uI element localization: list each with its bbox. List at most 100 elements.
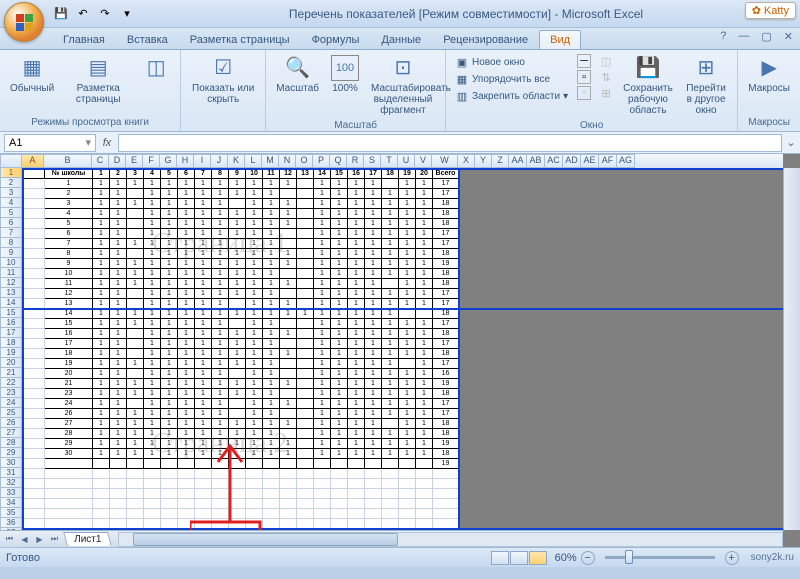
sync-scroll-icon[interactable]: ⇅ <box>599 70 613 84</box>
zoom-level[interactable]: 60% <box>555 552 577 564</box>
column-header[interactable]: AG <box>617 154 635 168</box>
page-break-dropdown[interactable]: ◫ <box>138 52 174 84</box>
tab-nav-first-icon[interactable]: ⏮ <box>2 532 17 547</box>
namebox-dropdown-icon[interactable]: ▾ <box>85 136 91 149</box>
tab-разметка-страницы[interactable]: Разметка страницы <box>179 30 301 49</box>
row-header[interactable]: 6 <box>0 218 22 228</box>
column-header[interactable]: F <box>143 154 160 168</box>
view-layout-icon[interactable] <box>510 551 528 565</box>
row-header[interactable]: 34 <box>0 498 22 508</box>
column-header[interactable]: T <box>381 154 398 168</box>
name-box[interactable]: A1▾ <box>4 134 96 152</box>
column-header[interactable]: Y <box>475 154 492 168</box>
row-header[interactable]: 24 <box>0 398 22 408</box>
row-header[interactable]: 20 <box>0 358 22 368</box>
katty-badge[interactable]: ✿ Katty <box>745 2 796 19</box>
zoom-out-icon[interactable]: − <box>581 551 595 565</box>
column-header[interactable]: H <box>177 154 194 168</box>
tab-данные[interactable]: Данные <box>370 30 432 49</box>
row-header[interactable]: 22 <box>0 378 22 388</box>
row-header[interactable]: 36 <box>0 518 22 528</box>
column-header[interactable]: P <box>313 154 330 168</box>
row-header[interactable]: 32 <box>0 478 22 488</box>
qat-customize-icon[interactable]: ▾ <box>118 5 136 23</box>
save-workspace-button[interactable]: 💾Сохранить рабочую область <box>619 52 677 119</box>
tab-nav-prev-icon[interactable]: ◀ <box>17 532 32 547</box>
row-header[interactable]: 30 <box>0 458 22 468</box>
reset-pos-icon[interactable]: ⊞ <box>599 86 613 100</box>
column-header[interactable]: O <box>296 154 313 168</box>
row-header[interactable]: 13 <box>0 288 22 298</box>
hide-icon[interactable]: ▫ <box>577 70 591 84</box>
row-header[interactable]: 10 <box>0 258 22 268</box>
row-header[interactable]: 19 <box>0 348 22 358</box>
row-header[interactable]: 28 <box>0 438 22 448</box>
freeze-panes-button[interactable]: ▥Закрепить области ▾ <box>452 88 571 104</box>
column-header[interactable]: Q <box>330 154 347 168</box>
split-icon[interactable]: ─ <box>577 54 591 68</box>
row-header[interactable]: 21 <box>0 368 22 378</box>
row-header[interactable]: 29 <box>0 448 22 458</box>
column-header[interactable]: U <box>398 154 415 168</box>
row-header[interactable]: 8 <box>0 238 22 248</box>
view-pagebreak-icon[interactable] <box>529 551 547 565</box>
row-header[interactable]: 7 <box>0 228 22 238</box>
column-header[interactable]: E <box>126 154 143 168</box>
row-header[interactable]: 12 <box>0 278 22 288</box>
macros-button[interactable]: ▶Макросы <box>744 52 794 97</box>
row-header[interactable]: 18 <box>0 338 22 348</box>
row-header[interactable]: 31 <box>0 468 22 478</box>
view-side-icon[interactable]: ◫ <box>599 54 613 68</box>
tab-формулы[interactable]: Формулы <box>301 30 371 49</box>
row-header[interactable]: 11 <box>0 268 22 278</box>
column-header[interactable]: N <box>279 154 296 168</box>
select-all-corner[interactable] <box>0 154 22 168</box>
column-header[interactable]: W <box>432 154 458 168</box>
column-header[interactable]: V <box>415 154 432 168</box>
vertical-scrollbar[interactable] <box>783 168 800 530</box>
column-header[interactable]: I <box>194 154 211 168</box>
column-headers[interactable]: ABCDEFGHIJKLMNOPQRSTUVWXYZAAABACADAEAFAG <box>0 154 783 168</box>
row-header[interactable]: 25 <box>0 408 22 418</box>
tab-nav-last-icon[interactable]: ⏭ <box>47 532 62 547</box>
row-header[interactable]: 2 <box>0 178 22 188</box>
tab-рецензирование[interactable]: Рецензирование <box>432 30 539 49</box>
new-window-button[interactable]: ▣Новое окно <box>452 54 571 70</box>
normal-view-button[interactable]: ▦Обычный <box>6 52 58 97</box>
zoom-100-button[interactable]: 100100% <box>327 52 363 97</box>
column-header[interactable]: AB <box>527 154 545 168</box>
column-header[interactable]: J <box>211 154 228 168</box>
zoom-button[interactable]: 🔍Масштаб <box>272 52 323 97</box>
cell-grid[interactable]: № школы1234567891011121314151617181920Вс… <box>22 168 783 530</box>
page-layout-button[interactable]: ▤Разметка страницы <box>62 52 134 108</box>
office-button[interactable] <box>4 2 44 42</box>
column-header[interactable]: AC <box>545 154 563 168</box>
column-header[interactable]: AD <box>563 154 581 168</box>
column-header[interactable]: Z <box>492 154 509 168</box>
row-header[interactable]: 9 <box>0 248 22 258</box>
sheet-tab-active[interactable]: Лист1 <box>63 532 112 546</box>
view-normal-icon[interactable] <box>491 551 509 565</box>
tab-вставка[interactable]: Вставка <box>116 30 179 49</box>
row-header[interactable]: 26 <box>0 418 22 428</box>
zoom-in-icon[interactable]: + <box>725 551 739 565</box>
column-header[interactable]: M <box>262 154 279 168</box>
switch-windows-button[interactable]: ⊞Перейти в другое окно <box>681 52 731 119</box>
close-icon[interactable]: ✕ <box>781 30 796 43</box>
row-header[interactable]: 23 <box>0 388 22 398</box>
column-header[interactable]: AE <box>581 154 599 168</box>
zoom-selection-button[interactable]: ⊡Масштабировать выделенный фрагмент <box>367 52 439 119</box>
column-header[interactable]: B <box>44 154 92 168</box>
row-header[interactable]: 27 <box>0 428 22 438</box>
help-icon[interactable]: ? <box>717 30 729 43</box>
column-header[interactable]: AA <box>509 154 527 168</box>
row-header[interactable]: 4 <box>0 198 22 208</box>
column-header[interactable]: R <box>347 154 364 168</box>
row-header[interactable]: 15 <box>0 308 22 318</box>
column-header[interactable]: AF <box>599 154 617 168</box>
formula-input[interactable] <box>118 134 782 152</box>
row-header[interactable]: 5 <box>0 208 22 218</box>
qat-save-icon[interactable]: 💾 <box>52 5 70 23</box>
column-header[interactable]: D <box>109 154 126 168</box>
column-header[interactable]: A <box>22 154 44 168</box>
